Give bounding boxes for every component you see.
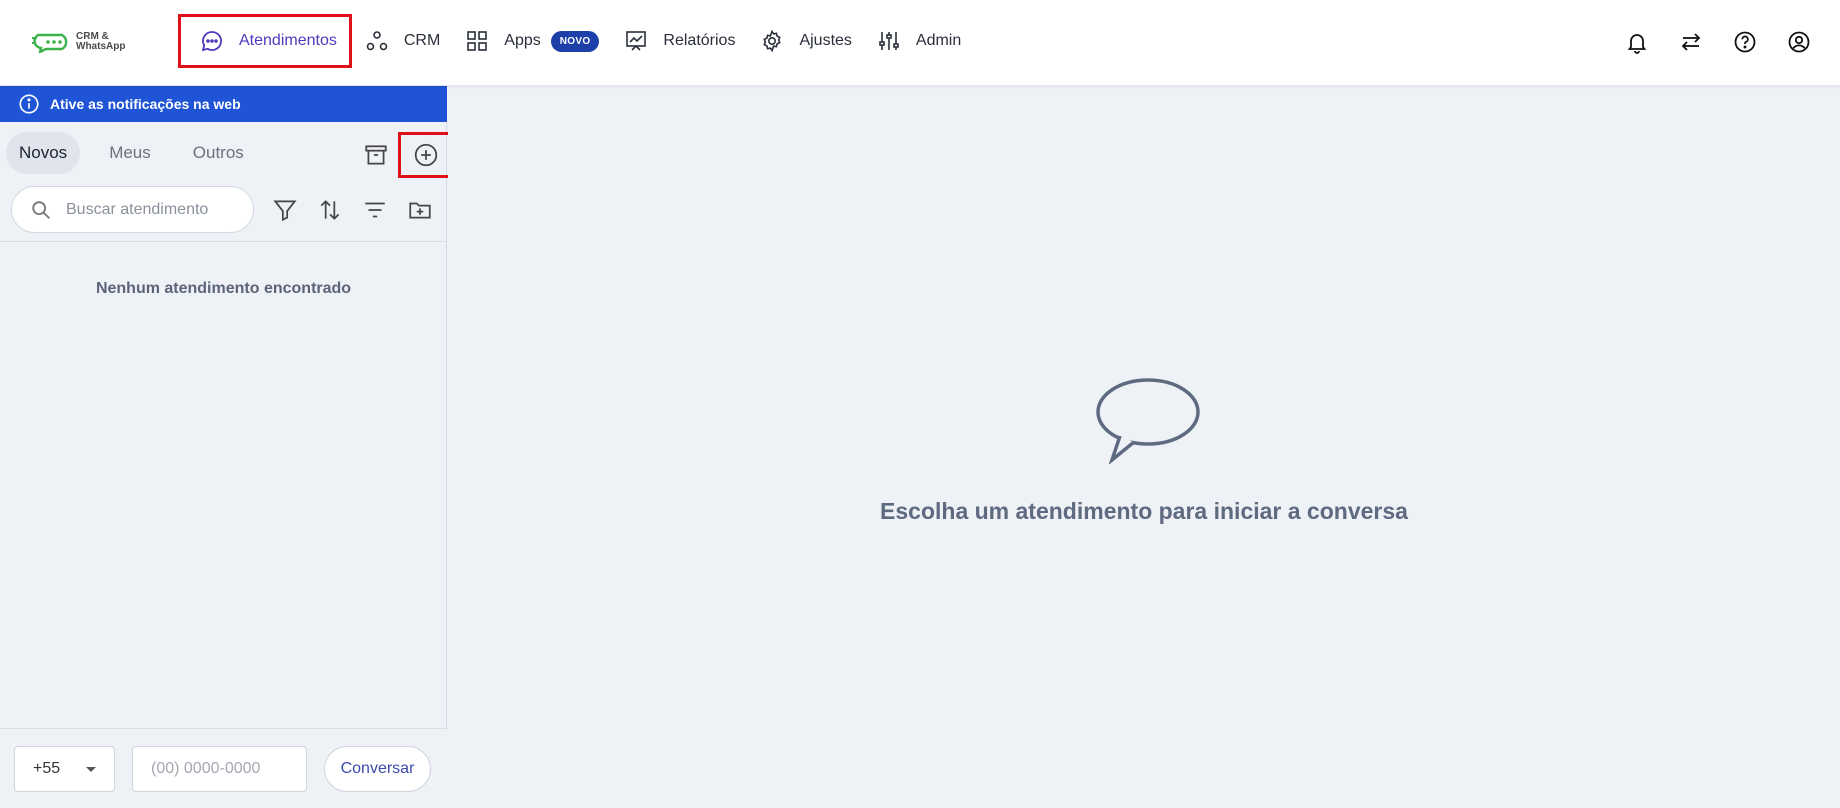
app-logo[interactable]: CRM & WhatsApp	[32, 28, 144, 56]
sort-arrows-icon	[320, 199, 339, 220]
archive-icon	[365, 145, 387, 165]
archive-button[interactable]	[356, 135, 396, 175]
logo-line2: WhatsApp	[76, 41, 126, 52]
nav-label: Admin	[915, 32, 962, 49]
circles-icon	[364, 28, 390, 54]
user-circle-icon[interactable]	[1782, 24, 1816, 60]
main-nav: Atendimentos CRM Apps NOVO Relatórios Aj…	[178, 14, 973, 68]
logo-text: CRM & WhatsApp	[76, 32, 125, 52]
whatsapp-logo-icon	[32, 33, 68, 53]
notification-banner[interactable]: Ative as notificações na web	[0, 86, 447, 122]
info-icon	[19, 94, 39, 114]
new-conversation-button[interactable]	[398, 132, 454, 178]
nav-label: Atendimentos	[239, 32, 337, 49]
nav-crm[interactable]: CRM	[352, 14, 452, 68]
empty-chat-message: Escolha um atendimento para iniciar a co…	[880, 498, 1408, 524]
chat-area: Escolha um atendimento para iniciar a co…	[448, 86, 1840, 808]
filter-options-button[interactable]	[352, 187, 397, 232]
plus-circle-icon	[414, 143, 438, 167]
new-badge: NOVO	[550, 30, 600, 52]
nav-relatorios[interactable]: Relatórios	[611, 14, 747, 68]
notification-banner-text: Ative as notificações na web	[50, 96, 241, 112]
new-conversation-bar: +55 Conversar	[0, 728, 447, 808]
filter-button[interactable]	[262, 187, 307, 232]
folder-plus-icon	[408, 202, 431, 218]
conversation-list-panel: Ative as notificações na web Novos Meus …	[0, 86, 454, 808]
nav-label: Apps	[504, 32, 541, 49]
tab-outros[interactable]: Outros	[180, 132, 257, 174]
filter-funnel-icon	[272, 199, 297, 221]
sliders-icon	[876, 28, 902, 54]
country-code-select[interactable]: +55	[14, 746, 115, 792]
search-icon	[32, 200, 50, 219]
speech-bubble-icon	[1096, 378, 1200, 464]
nav-label: Ajustes	[799, 32, 852, 49]
tab-meus[interactable]: Meus	[96, 132, 164, 174]
tab-novos[interactable]: Novos	[6, 132, 81, 174]
chevron-down-icon	[86, 767, 96, 772]
nav-ajustes[interactable]: Ajustes	[747, 14, 863, 68]
search-input[interactable]	[66, 200, 236, 219]
nav-admin[interactable]: Admin	[864, 14, 973, 68]
nav-atendimentos[interactable]: Atendimentos	[178, 14, 352, 68]
top-right-actions	[1600, 24, 1816, 60]
nav-label: Relatórios	[663, 32, 736, 49]
bell-icon[interactable]	[1620, 24, 1654, 60]
grid-icon	[464, 28, 490, 54]
tab-actions	[356, 132, 454, 178]
list-tools	[262, 186, 442, 233]
chat-dots-icon	[199, 28, 225, 54]
top-navbar: CRM & WhatsApp Atendimentos CRM Apps NOV…	[0, 0, 1840, 86]
start-conversation-button[interactable]: Conversar	[324, 746, 431, 792]
country-code-value: +55	[33, 760, 61, 777]
gear-icon	[759, 28, 785, 54]
nav-label: CRM	[403, 32, 441, 49]
presentation-chart-icon	[623, 28, 649, 54]
empty-list-message: Nenhum atendimento encontrado	[95, 280, 352, 297]
help-circle-icon[interactable]	[1728, 24, 1762, 60]
add-folder-button[interactable]	[397, 187, 442, 232]
filter-lines-icon	[364, 202, 385, 217]
nav-apps[interactable]: Apps NOVO	[452, 14, 611, 68]
conversation-tabs: Novos Meus Outros	[6, 132, 273, 174]
search-box	[11, 186, 254, 233]
transfer-arrows-icon[interactable]	[1674, 24, 1708, 60]
phone-input[interactable]	[132, 746, 307, 792]
divider	[0, 241, 447, 242]
sort-button[interactable]	[307, 187, 352, 232]
